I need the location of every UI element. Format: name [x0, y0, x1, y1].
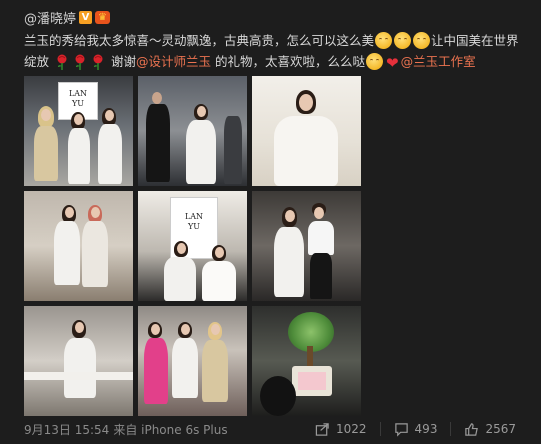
rose-emoji-icon [75, 54, 85, 70]
post-text-part1: 兰玉的秀给我太多惊喜～灵动飘逸，古典高贵，怎么可以这么美 [24, 33, 375, 48]
smile-emoji-icon [375, 32, 393, 49]
share-button[interactable]: 1022 [302, 422, 380, 436]
post-text-part4: 的礼物，太喜欢啦，么么哒 [215, 54, 366, 69]
weibo-post-card: @潘晓婷 V ♛ 兰玉的秀给我太多惊喜～灵动飘逸，古典高贵，怎么可以这么美 让中国… [0, 0, 541, 444]
rose-emoji-icon [57, 54, 67, 70]
sleepy-emoji-icon [366, 53, 384, 70]
photo-1[interactable]: LAN YU [24, 76, 133, 186]
photo-6[interactable] [252, 191, 361, 301]
comment-button[interactable]: 493 [379, 422, 451, 437]
smile-emoji-icon [394, 32, 412, 49]
like-button[interactable]: 2567 [450, 422, 529, 436]
photo-4[interactable] [24, 191, 133, 301]
verified-badge-icon[interactable]: V [79, 10, 93, 24]
photo-7[interactable] [24, 306, 133, 416]
photo-9[interactable] [252, 306, 361, 416]
photo-8[interactable] [138, 306, 247, 416]
comment-count: 493 [414, 422, 438, 436]
photo-2[interactable] [138, 76, 247, 186]
photo-5[interactable]: LAN YU [138, 191, 247, 301]
rose-emoji-icon [93, 54, 103, 70]
photo-3[interactable] [252, 76, 361, 186]
thumbs-up-icon [465, 422, 479, 436]
author-row: @潘晓婷 V ♛ [24, 8, 111, 27]
heart-emoji-icon: ❤ [386, 54, 399, 72]
post-footer: 9月13日 15:54 来自 iPhone 6s Plus 1022 493 2… [24, 418, 529, 440]
post-actions: 1022 493 2567 [302, 418, 529, 440]
post-text: 兰玉的秀给我太多惊喜～灵动飘逸，古典高贵，怎么可以这么美 让中国美在世界绽放 谢谢… [24, 30, 529, 74]
share-count: 1022 [336, 422, 367, 436]
post-date[interactable]: 9月13日 15:54 [24, 421, 109, 438]
share-icon [315, 422, 329, 436]
mention-designer-link[interactable]: @设计师兰玉 [136, 54, 211, 69]
like-count: 2567 [485, 422, 516, 436]
smile-emoji-icon [413, 32, 431, 49]
mention-studio-link[interactable]: @兰玉工作室 [401, 54, 476, 69]
post-source: 来自 iPhone 6s Plus [113, 422, 228, 437]
photo-grid: LAN YU LAN YU [24, 76, 362, 416]
comment-icon [394, 422, 408, 437]
post-text-part3: 谢谢 [110, 54, 136, 69]
author-name[interactable]: @潘晓婷 [24, 8, 76, 27]
crown-badge-icon[interactable]: ♛ [95, 10, 111, 24]
